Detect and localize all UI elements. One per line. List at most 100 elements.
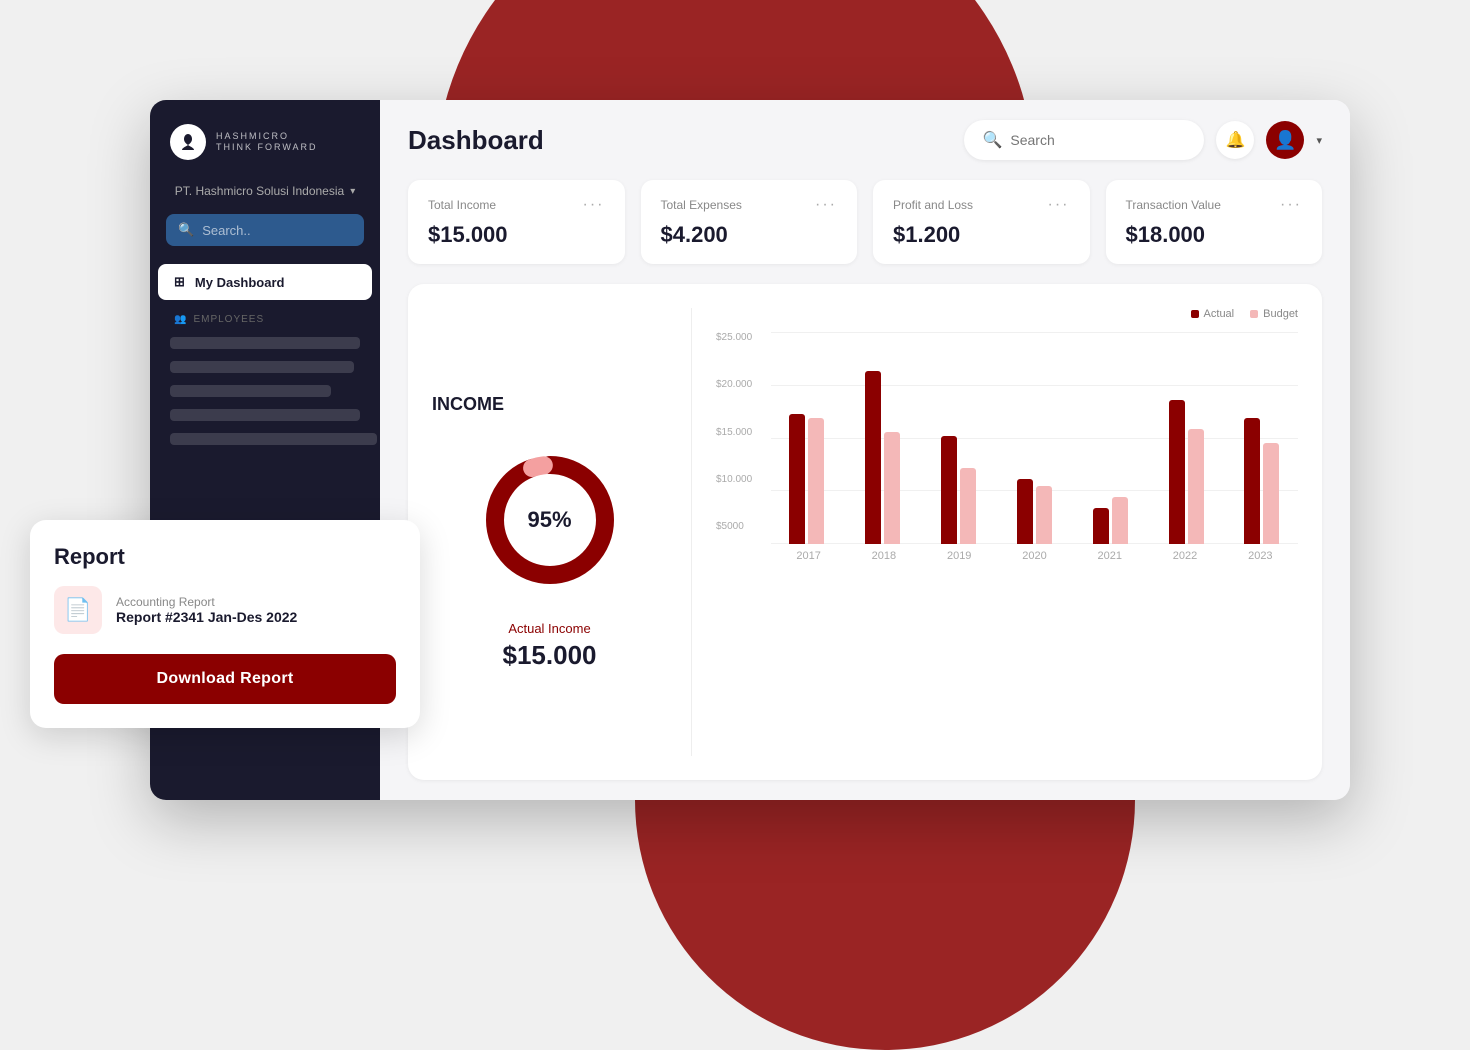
dashboard-icon: ⊞ [174,274,185,290]
bar-actual-2018 [865,371,881,544]
sidebar-search-input[interactable] [202,223,352,238]
avatar-icon: 👤 [1274,130,1296,151]
report-icon-wrapper: 📄 [54,586,102,634]
search-icon: 🔍 [178,222,194,238]
stats-row: Total Income ··· $15.000 Total Expenses … [380,180,1350,284]
legend-budget: Budget [1250,308,1298,320]
stat-card-3: Transaction Value ··· $18.000 [1106,180,1323,264]
sidebar-placeholder-2 [170,361,354,373]
header-right: 🔍 🔔 👤 ▾ [964,120,1322,160]
stat-menu-0[interactable]: ··· [583,196,605,214]
bar-actual-2017 [789,414,805,544]
stat-header-1: Total Expenses ··· [661,196,838,214]
report-item: 📄 Accounting Report Report #2341 Jan-Des… [54,586,396,634]
stat-card-0: Total Income ··· $15.000 [408,180,625,264]
income-left: INCOME 95% Actual Income $15.0 [432,308,692,756]
stat-header-3: Transaction Value ··· [1126,196,1303,214]
legend-actual-dot [1191,310,1199,318]
employees-icon: 👥 [174,314,187,325]
stat-label-0: Total Income [428,198,496,212]
search-icon: 🔍 [982,130,1002,150]
bar-actual-2021 [1093,508,1109,544]
y-label-25000: $25.000 [716,332,752,343]
income-chart-area: Actual Budget $25.000 $20.000 $15.000 $1… [692,308,1298,756]
bar-group-2019 [941,436,976,544]
x-label-2020: 2020 [1022,550,1046,562]
main-content: Dashboard 🔍 🔔 👤 ▾ Total Income ··· [380,100,1350,800]
x-label-2021: 2021 [1098,550,1122,562]
company-selector[interactable]: PT. Hashmicro Solusi Indonesia ▾ [150,176,380,206]
grid-line-1 [771,332,1298,333]
sidebar-search-container[interactable]: 🔍 [166,214,364,246]
chart-x-labels: 2017201820192020202120222023 [771,550,1298,562]
income-title: INCOME [432,394,504,415]
stat-value-0: $15.000 [428,222,605,248]
sidebar-placeholder-5 [170,433,377,445]
sidebar-section-employees: 👥 EMPLOYEES [150,302,380,331]
actual-income-label: Actual Income [508,621,590,636]
search-input[interactable] [1010,132,1186,148]
donut-percent: 95% [527,507,571,533]
x-label-2019: 2019 [947,550,971,562]
search-bar[interactable]: 🔍 [964,120,1204,160]
report-info: Accounting Report Report #2341 Jan-Des 2… [116,595,297,625]
stat-menu-1[interactable]: ··· [815,196,837,214]
bar-budget-2023 [1263,443,1279,544]
legend-actual: Actual [1191,308,1235,320]
bar-group-2017 [789,414,824,544]
stat-menu-2[interactable]: ··· [1048,196,1070,214]
x-label-2018: 2018 [872,550,896,562]
x-label-2022: 2022 [1173,550,1197,562]
income-section: INCOME 95% Actual Income $15.0 [408,284,1322,780]
stat-value-3: $18.000 [1126,222,1303,248]
logo-icon [170,124,206,160]
bar-budget-2017 [808,418,824,544]
sidebar-logo: HASHMICRO THINK FORWARD [150,100,380,176]
report-card-title: Report [54,544,396,570]
y-label-20000: $20.000 [716,379,752,390]
sidebar-placeholder-4 [170,409,360,421]
avatar-chevron-icon[interactable]: ▾ [1316,134,1322,147]
donut-center: 95% [527,507,571,533]
sidebar-placeholder-3 [170,385,331,397]
bar-actual-2023 [1244,418,1260,544]
bar-group-2022 [1169,400,1204,544]
bar-budget-2019 [960,468,976,544]
logo-name: HASHMICRO THINK FORWARD [216,131,318,153]
download-report-button[interactable]: Download Report [54,654,396,704]
bar-budget-2020 [1036,486,1052,544]
chart-bars-area [771,332,1298,544]
bar-actual-2019 [941,436,957,544]
sidebar-item-dashboard[interactable]: ⊞ My Dashboard [158,264,372,300]
actual-income-value: $15.000 [503,640,597,671]
y-label-15000: $15.000 [716,427,752,438]
notification-button[interactable]: 🔔 [1216,121,1254,159]
stat-label-1: Total Expenses [661,198,742,212]
stat-label-3: Transaction Value [1126,198,1221,212]
page-title: Dashboard [408,125,544,156]
donut-chart: 95% [475,445,625,595]
report-card: Report 📄 Accounting Report Report #2341 … [30,520,420,728]
logo-text-block: HASHMICRO THINK FORWARD [216,131,318,153]
report-info-name: Report #2341 Jan-Des 2022 [116,609,297,625]
chevron-down-icon: ▾ [350,186,355,197]
bar-budget-2018 [884,432,900,544]
chart-content-area: 2017201820192020202120222023 [771,332,1298,562]
report-info-label: Accounting Report [116,595,297,609]
company-name: PT. Hashmicro Solusi Indonesia [175,184,344,198]
sidebar-placeholder-1 [170,337,360,349]
sidebar-item-label: My Dashboard [195,275,285,290]
stat-header-0: Total Income ··· [428,196,605,214]
stat-value-2: $1.200 [893,222,1070,248]
x-label-2023: 2023 [1248,550,1272,562]
stat-menu-3[interactable]: ··· [1280,196,1302,214]
avatar-button[interactable]: 👤 [1266,121,1304,159]
bar-actual-2020 [1017,479,1033,544]
document-icon: 📄 [64,597,91,623]
bar-budget-2022 [1188,429,1204,544]
bar-chart: $25.000 $20.000 $15.000 $10.000 $5000 [716,332,1298,562]
stat-value-1: $4.200 [661,222,838,248]
stat-card-2: Profit and Loss ··· $1.200 [873,180,1090,264]
bar-group-2021 [1093,497,1128,544]
stat-card-1: Total Expenses ··· $4.200 [641,180,858,264]
